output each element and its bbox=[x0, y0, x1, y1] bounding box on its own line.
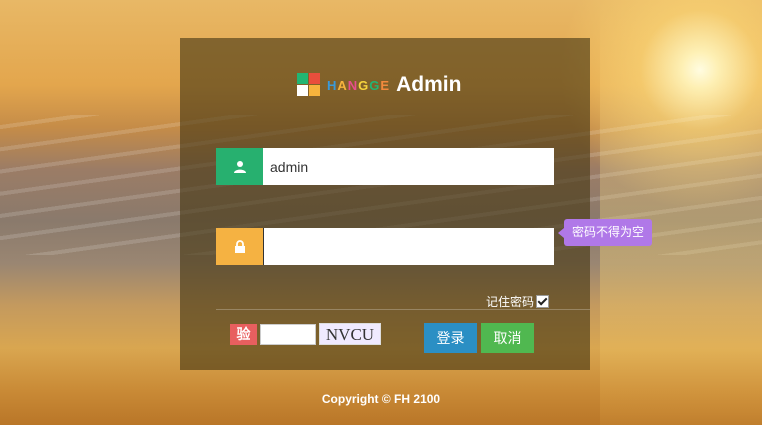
logo-grid-icon bbox=[297, 73, 321, 97]
logo-brand: HANGGE bbox=[327, 77, 391, 93]
remember-label: 记住密码 bbox=[486, 295, 535, 309]
remember-password[interactable]: 记住密码 bbox=[486, 293, 550, 310]
captcha-input[interactable] bbox=[260, 324, 316, 345]
divider bbox=[216, 309, 590, 310]
app-logo: HANGGE Admin bbox=[297, 72, 461, 98]
password-error-tooltip: 密码不得为空 bbox=[557, 219, 653, 246]
login-button[interactable]: 登录 bbox=[424, 323, 477, 353]
background-sun-glow bbox=[600, 0, 762, 425]
remember-checkbox[interactable] bbox=[536, 295, 550, 308]
lock-icon bbox=[216, 228, 263, 265]
copyright-text: Copyright © FH 2100 bbox=[321, 392, 441, 406]
username-input[interactable] bbox=[263, 148, 554, 185]
captcha-image[interactable]: NVCU bbox=[319, 323, 381, 345]
user-icon bbox=[216, 148, 263, 185]
logo-title: Admin bbox=[396, 73, 462, 96]
username-field bbox=[216, 148, 554, 185]
password-field bbox=[216, 228, 554, 265]
password-input[interactable] bbox=[263, 228, 554, 265]
cancel-button[interactable]: 取消 bbox=[481, 323, 534, 353]
verify-label: 验 bbox=[230, 324, 257, 345]
